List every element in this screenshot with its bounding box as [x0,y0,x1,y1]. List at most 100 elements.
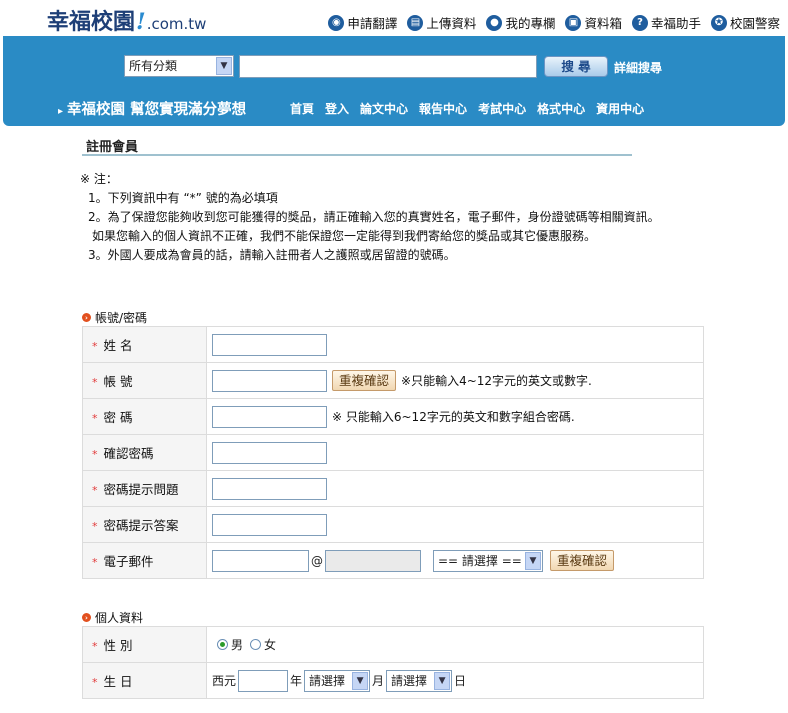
birth-year-input[interactable] [238,669,289,692]
link-my-column[interactable]: ● 我的專欄 [486,13,555,32]
name-label: * 姓 名 [82,326,207,363]
link-data-box[interactable]: ▣ 資料箱 [565,13,622,32]
police-icon: ✪ [710,14,727,31]
slogan-text: 幸福校園 幫您實現滿分夢想 [67,102,247,118]
table-row: * 電子郵件 @ == 請選擇 == ▼ 重複確認 [82,542,704,579]
note-2b: 如果您輸入的個人資訊不正確，我們不能保證您一定能得到我們寄給您的獎品或其它優惠服… [92,229,597,243]
top-links: ◉ 申請翻譯 ▤ 上傳資料 ● 我的專欄 ▣ 資料箱 ? 幸福助手 ✪ 校園警察 [328,13,780,32]
header-banner: 所有分類 ▼ 搜 尋 詳細搜尋 ▸ 幸福校園 幫您實現滿分夢想 首頁 登入 論文中… [3,36,785,126]
answer-label: * 密碼提示答案 [82,506,207,543]
table-row: * 性 別 男 女 [82,626,704,663]
required-mark: * [92,376,98,389]
confirm-password-input[interactable] [212,441,327,464]
account-input[interactable] [212,369,327,392]
help-icon: ? [631,14,648,31]
link-translate[interactable]: ◉ 申請翻譯 [328,13,397,32]
birth-month-select[interactable]: 請選擇 ▼ [304,669,371,692]
chevron-down-icon: ▼ [525,551,541,570]
link-campus-police[interactable]: ✪ 校園警察 [710,13,780,32]
email-domain-input[interactable] [325,549,421,572]
required-mark: * [92,448,98,461]
label-text: 帳 號 [103,374,133,389]
advanced-search-link[interactable]: 詳細搜尋 [614,59,662,76]
password-label: * 密 碼 [82,398,207,435]
search-input[interactable] [239,55,537,78]
nav-resource[interactable]: 資用中心 [596,100,644,117]
link-label: 幸福助手 [650,16,701,31]
email-check-button[interactable]: 重複確認 [550,550,615,571]
account-heading-text: 帳號/密碼 [95,311,148,325]
personal-heading: › 個人資料 [82,609,143,626]
select-value: == 請選擇 == [438,553,522,568]
required-mark: * [92,520,98,533]
arrow-right-icon: › [82,613,91,622]
birth-day-select[interactable]: 請選擇 ▼ [386,669,453,692]
main-nav: 首頁 登入 論文中心 報告中心 考試中心 格式中心 資用中心 [290,100,644,117]
label-text: 性 別 [103,638,133,653]
search-button[interactable]: 搜 尋 [544,56,608,77]
link-label: 校園警察 [729,16,780,31]
select-value: 請選擇 [309,673,346,688]
select-value: 請選擇 [391,673,428,688]
account-check-button[interactable]: 重複確認 [332,370,397,391]
nav-exam[interactable]: 考試中心 [478,100,526,117]
label-text: 姓 名 [103,338,133,353]
link-label: 我的專欄 [505,16,556,31]
required-mark: * [92,640,98,653]
personal-table: * 性 別 男 女 * 生 日 西元 年 請選擇 ▼ 月 請選擇 ▼ 日 [82,626,704,699]
page-title: 註冊會員 [86,140,139,155]
password-question-input[interactable] [212,477,327,500]
birthday-cell: 西元 年 請選擇 ▼ 月 請選擇 ▼ 日 [206,662,704,699]
account-heading: › 帳號/密碼 [82,309,147,326]
gender-label: * 性 別 [82,626,207,663]
label-text: 電子郵件 [103,554,154,569]
note-1: 1。下列資訊中有 “*” 號的為必填項 [88,191,278,205]
nav-thesis[interactable]: 論文中心 [360,100,408,117]
logo-text: 幸福校園 [47,9,136,35]
category-select[interactable]: 所有分類 ▼ [124,55,234,77]
email-cell: @ == 請選擇 == ▼ 重複確認 [206,542,704,579]
female-label: 女 [264,638,277,652]
table-row: * 密 碼 ※ 只能輸入6~12字元的英文和數字組合密碼. [82,398,704,435]
label-text: 生 日 [103,674,133,689]
nav-format[interactable]: 格式中心 [537,100,585,117]
table-row: * 姓 名 [82,326,704,363]
question-cell [206,470,704,507]
email-user-input[interactable] [212,549,309,572]
at-sign: @ [311,553,323,568]
era-label: 西元 [212,674,237,688]
password-input[interactable] [212,405,327,428]
name-input[interactable] [212,333,327,356]
label-text: 密碼提示答案 [103,518,179,533]
required-mark: * [92,676,98,689]
table-row: * 帳 號 重複確認 ※只能輸入4~12字元的英文或數字. [82,362,704,399]
user-icon: ● [486,14,503,31]
link-upload[interactable]: ▤ 上傳資料 [407,13,476,32]
slogan: ▸ 幸福校園 幫您實現滿分夢想 [58,98,246,119]
password-cell: ※ 只能輸入6~12字元的英文和數字組合密碼. [206,398,704,435]
month-unit: 月 [372,674,385,688]
confirm-password-label: * 確認密碼 [82,434,207,471]
password-answer-input[interactable] [212,513,327,536]
required-mark: * [92,412,98,425]
question-label: * 密碼提示問題 [82,470,207,507]
nav-report[interactable]: 報告中心 [419,100,467,117]
email-domain-select[interactable]: == 請選擇 == ▼ [433,549,543,572]
site-logo[interactable]: 幸福校園!.com.tw [47,4,206,36]
link-helper[interactable]: ? 幸福助手 [631,13,701,32]
notes-head: ※ 注： [80,172,118,186]
nav-login[interactable]: 登入 [325,100,349,117]
notes: ※ 注： 1。下列資訊中有 “*” 號的為必填項 2。為了保證您能夠收到您可能獲… [80,170,700,265]
logo-domain: .com.tw [146,15,207,33]
required-mark: * [92,556,98,569]
chevron-down-icon: ▼ [434,671,451,690]
note-2: 2。為了保證您能夠收到您可能獲得的獎品，請正確輸入您的真實姓名，電子郵件，身份證… [88,210,660,224]
account-cell: 重複確認 ※只能輸入4~12字元的英文或數字. [206,362,704,399]
female-radio[interactable] [250,639,262,650]
nav-home[interactable]: 首頁 [290,100,314,117]
link-label: 資料箱 [584,16,622,31]
male-radio[interactable] [217,639,228,650]
link-label: 申請翻譯 [347,16,398,31]
personal-heading-text: 個人資料 [95,611,144,625]
account-hint: ※只能輸入4~12字元的英文或數字. [401,374,592,388]
